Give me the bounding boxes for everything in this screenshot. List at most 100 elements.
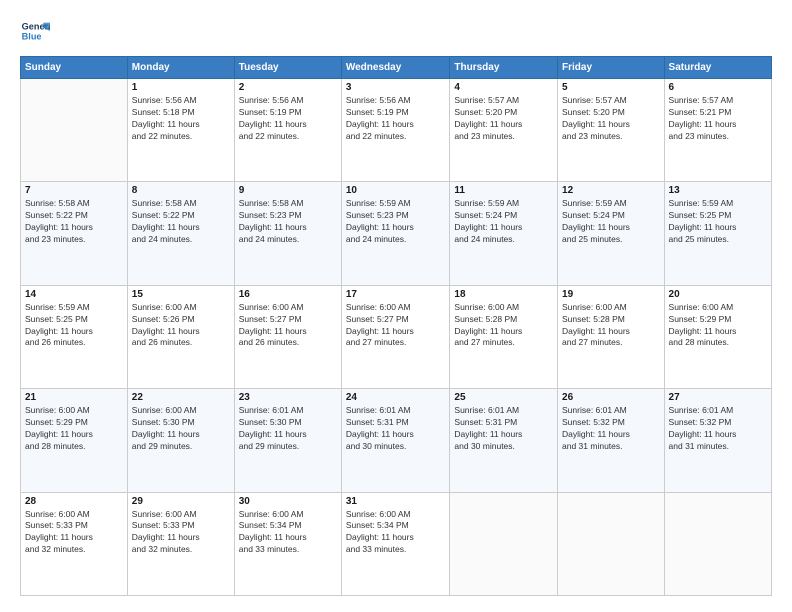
day-info: Sunrise: 6:00 AMSunset: 5:29 PMDaylight:… bbox=[25, 405, 123, 453]
calendar-cell: 29Sunrise: 6:00 AMSunset: 5:33 PMDayligh… bbox=[127, 492, 234, 595]
calendar-cell: 18 Sunrise: 6:00 AMSunset: 5:28 PMDayligh… bbox=[450, 285, 558, 388]
day-number: 26 bbox=[562, 392, 660, 403]
calendar-week-2: 7Sunrise: 5:58 AMSunset: 5:22 PMDaylight… bbox=[21, 182, 772, 285]
page: General Blue SundayMondayTuesdayWednesda… bbox=[0, 0, 792, 612]
calendar-cell bbox=[664, 492, 771, 595]
calendar-cell: 9 Sunrise: 5:58 AMSunset: 5:23 PMDaylight… bbox=[234, 182, 341, 285]
day-info: Sunrise: 5:56 AMSunset: 5:18 PMDaylight:… bbox=[132, 95, 230, 143]
day-number: 5 bbox=[562, 82, 660, 93]
day-number: 16 bbox=[239, 289, 337, 300]
day-number: 2 bbox=[239, 82, 337, 93]
day-number: 27 bbox=[669, 392, 767, 403]
day-number: 14 bbox=[25, 289, 123, 300]
calendar-cell: 26 Sunrise: 6:01 AMSunset: 5:32 PMDayligh… bbox=[558, 389, 665, 492]
day-number: 31 bbox=[346, 496, 446, 507]
day-number: 19 bbox=[562, 289, 660, 300]
calendar-cell: 10 Sunrise: 5:59 AMSunset: 5:23 PMDayligh… bbox=[341, 182, 450, 285]
day-info: Sunrise: 5:56 AMSunset: 5:19 PMDaylight:… bbox=[346, 95, 446, 143]
calendar-cell: 14 Sunrise: 5:59 AMSunset: 5:25 PMDayligh… bbox=[21, 285, 128, 388]
day-number: 24 bbox=[346, 392, 446, 403]
calendar-week-5: 28Sunrise: 6:00 AMSunset: 5:33 PMDayligh… bbox=[21, 492, 772, 595]
day-info: Sunrise: 6:00 AMSunset: 5:30 PMDaylight:… bbox=[132, 405, 230, 453]
day-number: 1 bbox=[132, 82, 230, 93]
day-info: Sunrise: 5:56 AMSunset: 5:19 PMDaylight:… bbox=[239, 95, 337, 143]
calendar-cell: 6Sunrise: 5:57 AMSunset: 5:21 PMDaylight… bbox=[664, 79, 771, 182]
day-number: 17 bbox=[346, 289, 446, 300]
calendar-cell: 31 Sunrise: 6:00 AMSunset: 5:34 PMDayligh… bbox=[341, 492, 450, 595]
logo-icon: General Blue bbox=[20, 16, 50, 46]
day-number: 15 bbox=[132, 289, 230, 300]
day-number: 13 bbox=[669, 185, 767, 196]
calendar-cell: 11Sunrise: 5:59 AMSunset: 5:24 PMDayligh… bbox=[450, 182, 558, 285]
calendar-cell: 21 Sunrise: 6:00 AMSunset: 5:29 PMDayligh… bbox=[21, 389, 128, 492]
day-number: 4 bbox=[454, 82, 553, 93]
day-info: Sunrise: 6:01 AMSunset: 5:31 PMDaylight:… bbox=[346, 405, 446, 453]
calendar-week-1: 1 Sunrise: 5:56 AMSunset: 5:18 PMDaylight… bbox=[21, 79, 772, 182]
calendar-cell: 22 Sunrise: 6:00 AMSunset: 5:30 PMDayligh… bbox=[127, 389, 234, 492]
day-info: Sunrise: 6:00 AMSunset: 5:26 PMDaylight:… bbox=[132, 302, 230, 350]
calendar-cell: 16 Sunrise: 6:00 AMSunset: 5:27 PMDayligh… bbox=[234, 285, 341, 388]
calendar-cell: 4 Sunrise: 5:57 AMSunset: 5:20 PMDaylight… bbox=[450, 79, 558, 182]
calendar-header-thursday: Thursday bbox=[450, 57, 558, 79]
day-info: Sunrise: 6:00 AMSunset: 5:28 PMDaylight:… bbox=[454, 302, 553, 350]
day-number: 3 bbox=[346, 82, 446, 93]
day-number: 21 bbox=[25, 392, 123, 403]
calendar-week-3: 14 Sunrise: 5:59 AMSunset: 5:25 PMDayligh… bbox=[21, 285, 772, 388]
calendar-cell: 3 Sunrise: 5:56 AMSunset: 5:19 PMDaylight… bbox=[341, 79, 450, 182]
day-info: Sunrise: 6:00 AMSunset: 5:34 PMDaylight:… bbox=[346, 509, 446, 557]
logo: General Blue bbox=[20, 16, 50, 46]
calendar-header-monday: Monday bbox=[127, 57, 234, 79]
day-number: 25 bbox=[454, 392, 553, 403]
day-info: Sunrise: 5:58 AMSunset: 5:22 PMDaylight:… bbox=[25, 198, 123, 246]
calendar-header-wednesday: Wednesday bbox=[341, 57, 450, 79]
calendar-cell: 8Sunrise: 5:58 AMSunset: 5:22 PMDaylight… bbox=[127, 182, 234, 285]
calendar-cell bbox=[450, 492, 558, 595]
day-info: Sunrise: 5:57 AMSunset: 5:20 PMDaylight:… bbox=[562, 95, 660, 143]
calendar-header-tuesday: Tuesday bbox=[234, 57, 341, 79]
day-info: Sunrise: 6:00 AMSunset: 5:34 PMDaylight:… bbox=[239, 509, 337, 557]
calendar-cell: 1 Sunrise: 5:56 AMSunset: 5:18 PMDaylight… bbox=[127, 79, 234, 182]
svg-text:Blue: Blue bbox=[22, 31, 42, 41]
calendar-header-row: SundayMondayTuesdayWednesdayThursdayFrid… bbox=[21, 57, 772, 79]
calendar-cell: 20Sunrise: 6:00 AMSunset: 5:29 PMDayligh… bbox=[664, 285, 771, 388]
day-info: Sunrise: 6:00 AMSunset: 5:28 PMDaylight:… bbox=[562, 302, 660, 350]
calendar-cell: 13 Sunrise: 5:59 AMSunset: 5:25 PMDayligh… bbox=[664, 182, 771, 285]
day-info: Sunrise: 5:59 AMSunset: 5:25 PMDaylight:… bbox=[25, 302, 123, 350]
day-info: Sunrise: 5:57 AMSunset: 5:20 PMDaylight:… bbox=[454, 95, 553, 143]
day-number: 22 bbox=[132, 392, 230, 403]
day-info: Sunrise: 6:01 AMSunset: 5:32 PMDaylight:… bbox=[562, 405, 660, 453]
calendar-cell bbox=[21, 79, 128, 182]
day-info: Sunrise: 6:01 AMSunset: 5:32 PMDaylight:… bbox=[669, 405, 767, 453]
calendar-cell: 15 Sunrise: 6:00 AMSunset: 5:26 PMDayligh… bbox=[127, 285, 234, 388]
day-number: 23 bbox=[239, 392, 337, 403]
day-info: Sunrise: 6:01 AMSunset: 5:30 PMDaylight:… bbox=[239, 405, 337, 453]
calendar-cell: 5 Sunrise: 5:57 AMSunset: 5:20 PMDaylight… bbox=[558, 79, 665, 182]
day-info: Sunrise: 6:00 AMSunset: 5:27 PMDaylight:… bbox=[239, 302, 337, 350]
header: General Blue bbox=[20, 16, 772, 46]
day-number: 9 bbox=[239, 185, 337, 196]
day-info: Sunrise: 5:58 AMSunset: 5:23 PMDaylight:… bbox=[239, 198, 337, 246]
calendar: SundayMondayTuesdayWednesdayThursdayFrid… bbox=[20, 56, 772, 596]
day-number: 10 bbox=[346, 185, 446, 196]
calendar-cell: 23 Sunrise: 6:01 AMSunset: 5:30 PMDayligh… bbox=[234, 389, 341, 492]
calendar-cell bbox=[558, 492, 665, 595]
calendar-cell: 17 Sunrise: 6:00 AMSunset: 5:27 PMDayligh… bbox=[341, 285, 450, 388]
day-number: 18 bbox=[454, 289, 553, 300]
calendar-header-sunday: Sunday bbox=[21, 57, 128, 79]
day-number: 12 bbox=[562, 185, 660, 196]
day-info: Sunrise: 5:59 AMSunset: 5:25 PMDaylight:… bbox=[669, 198, 767, 246]
day-number: 29 bbox=[132, 496, 230, 507]
day-info: Sunrise: 5:59 AMSunset: 5:23 PMDaylight:… bbox=[346, 198, 446, 246]
day-info: Sunrise: 6:00 AMSunset: 5:27 PMDaylight:… bbox=[346, 302, 446, 350]
calendar-cell: 2 Sunrise: 5:56 AMSunset: 5:19 PMDaylight… bbox=[234, 79, 341, 182]
calendar-cell: 7Sunrise: 5:58 AMSunset: 5:22 PMDaylight… bbox=[21, 182, 128, 285]
day-info: Sunrise: 5:59 AMSunset: 5:24 PMDaylight:… bbox=[562, 198, 660, 246]
calendar-week-4: 21 Sunrise: 6:00 AMSunset: 5:29 PMDayligh… bbox=[21, 389, 772, 492]
day-info: Sunrise: 5:59 AMSunset: 5:24 PMDaylight:… bbox=[454, 198, 553, 246]
calendar-cell: 12 Sunrise: 5:59 AMSunset: 5:24 PMDayligh… bbox=[558, 182, 665, 285]
day-info: Sunrise: 6:01 AMSunset: 5:31 PMDaylight:… bbox=[454, 405, 553, 453]
calendar-cell: 19 Sunrise: 6:00 AMSunset: 5:28 PMDayligh… bbox=[558, 285, 665, 388]
day-number: 6 bbox=[669, 82, 767, 93]
calendar-header-friday: Friday bbox=[558, 57, 665, 79]
calendar-cell: 25 Sunrise: 6:01 AMSunset: 5:31 PMDayligh… bbox=[450, 389, 558, 492]
